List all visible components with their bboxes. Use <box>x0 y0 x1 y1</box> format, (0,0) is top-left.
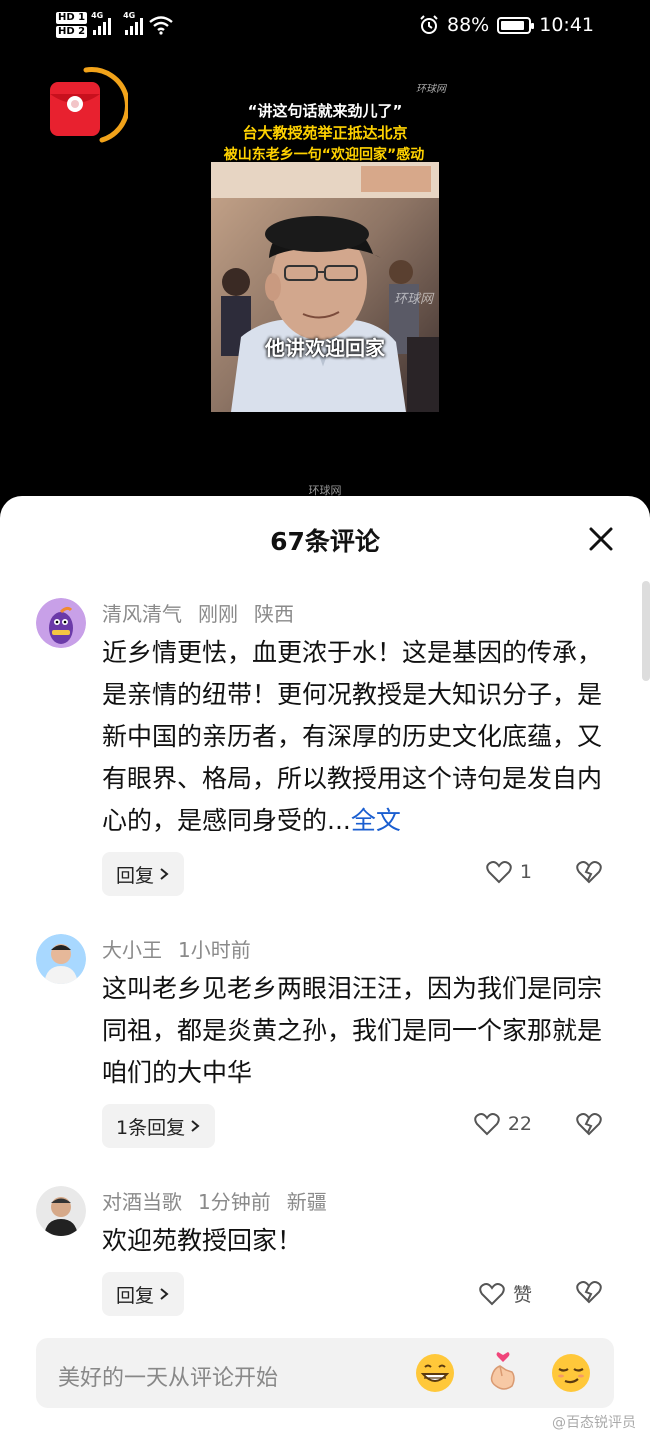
status-right: 88% 10:41 <box>419 14 594 36</box>
heart-icon <box>474 1113 500 1136</box>
comment-meta: 对酒当歌 1分钟前 新疆 <box>102 1180 602 1220</box>
expand-full-text-link[interactable]: 全文 <box>351 806 401 835</box>
comment-input[interactable]: 美好的一天从评论开始 <box>36 1338 614 1408</box>
status-bar: HD 1 HD 2 4G 4G 88% 10:41 <box>0 0 650 62</box>
comment-meta: 大小王 1小时前 <box>102 928 602 968</box>
comment-list[interactable]: 清风清气 刚刚 陕西 近乡情更怯，血更浓于水！这是基因的传承，是亲情的纽带！更何… <box>0 592 650 1327</box>
avatar[interactable] <box>36 598 86 648</box>
smug-emoji-icon[interactable] <box>550 1352 592 1394</box>
comment-text: 这叫老乡见老乡两眼泪汪汪，因为我们是同宗同祖，都是炎黄之孙，我们是同一个家那就是… <box>102 974 603 1087</box>
like-button[interactable]: 赞 <box>479 1280 532 1307</box>
comment-location: 陕西 <box>254 601 294 626</box>
comment-actions: 回复 1 <box>102 852 602 896</box>
chevron-right-icon <box>160 1288 169 1300</box>
like-button[interactable]: 22 <box>474 1112 532 1136</box>
footer-watermark: @百态锐评员 <box>552 1415 636 1431</box>
like-count: 22 <box>507 1113 532 1135</box>
close-icon[interactable] <box>586 524 616 554</box>
like-count: 1 <box>519 861 532 883</box>
comment-sheet: 67条评论 清风清气 刚刚 陕西 近乡情更怯，血更浓于水！这是基因的传承，是亲情… <box>0 496 650 1444</box>
heart-icon <box>479 1282 505 1305</box>
hd2-badge: HD 2 <box>56 26 88 38</box>
heart-icon <box>486 861 512 884</box>
wifi-icon <box>149 16 173 35</box>
battery-fill <box>501 20 525 30</box>
comment-time: 刚刚 <box>198 601 238 626</box>
comment-input-placeholder: 美好的一天从评论开始 <box>58 1366 279 1391</box>
comment-item: 大小王 1小时前 这叫老乡见老乡两眼泪汪汪，因为我们是同宗同祖，都是炎黄之孙，我… <box>0 928 650 1148</box>
video-frame: 环球网 他讲欢迎回家 <box>211 162 439 412</box>
reply-button[interactable]: 回复 <box>102 852 185 896</box>
comment-time: 1分钟前 <box>198 1189 271 1214</box>
video-player[interactable]: 环球网 “讲这句话就来劲儿了” 台大教授苑举正抵达北京 被山东老乡一句“欢迎回家… <box>0 62 650 502</box>
comment-item: 清风清气 刚刚 陕西 近乡情更怯，血更浓于水！这是基因的传承，是亲情的纽带！更何… <box>0 592 650 896</box>
comment-text: 欢迎苑教授回家！ <box>102 1226 303 1255</box>
reply-button[interactable]: 回复 <box>102 1272 185 1316</box>
video-still-image <box>211 162 439 412</box>
comment-username[interactable]: 清风清气 <box>102 598 182 627</box>
comment-count-title: 67条评论 <box>270 527 380 556</box>
finger-heart-icon[interactable] <box>482 1352 524 1394</box>
video-subtitle: 他讲欢迎回家 <box>265 336 385 360</box>
reply-label: 回复 <box>116 1284 155 1307</box>
headline-line-1: “讲这句话就来劲儿了” <box>247 102 403 120</box>
network-type-2: 4G <box>123 11 136 20</box>
avatar[interactable] <box>36 1186 86 1236</box>
comment-text: 近乡情更怯，血更浓于水！这是基因的传承，是亲情的纽带！更何况教授是大知识分子，是… <box>102 632 602 842</box>
broken-heart-icon[interactable] <box>576 1112 602 1136</box>
chevron-right-icon <box>191 1120 200 1132</box>
grinning-emoji-icon[interactable] <box>414 1352 456 1394</box>
status-left: HD 1 HD 2 4G 4G <box>56 11 173 38</box>
comment-item: 对酒当歌 1分钟前 新疆 欢迎苑教授回家！ 回复 赞 <box>0 1180 650 1316</box>
hd1-badge: HD 1 <box>56 12 88 24</box>
view-replies-button[interactable]: 1条回复 <box>102 1104 216 1148</box>
comment-meta: 清风清气 刚刚 陕西 <box>102 592 602 632</box>
reply-label: 1条回复 <box>116 1116 186 1139</box>
comment-location: 新疆 <box>286 1189 327 1214</box>
avatar-image <box>36 598 86 648</box>
headline-line-2: 台大教授苑举正抵达北京 <box>242 124 408 142</box>
video-watermark-top: 环球网 <box>416 84 446 95</box>
avatar[interactable] <box>36 934 86 984</box>
battery-icon <box>497 16 535 34</box>
broken-heart-icon[interactable] <box>576 860 602 884</box>
comment-username[interactable]: 对酒当歌 <box>102 1186 182 1215</box>
reply-label: 回复 <box>116 864 155 887</box>
battery-percent: 88% <box>447 14 490 36</box>
chevron-right-icon <box>160 868 169 880</box>
clock: 10:41 <box>539 14 594 36</box>
alarm-icon <box>420 15 438 34</box>
comment-time: 1小时前 <box>178 937 251 962</box>
comment-username[interactable]: 大小王 <box>102 934 162 963</box>
broken-heart-icon[interactable] <box>576 1280 602 1304</box>
comment-actions: 1条回复 22 <box>102 1104 602 1148</box>
avatar-image <box>36 1186 86 1236</box>
signal-2-icon: 4G <box>123 11 144 35</box>
video-frame-watermark: 环球网 <box>393 292 433 307</box>
signal-1-icon: 4G <box>91 11 112 35</box>
avatar-image <box>36 934 86 984</box>
comment-actions: 回复 赞 <box>102 1272 602 1316</box>
like-button[interactable]: 1 <box>486 860 532 884</box>
hd-indicators: HD 1 HD 2 <box>56 12 88 38</box>
network-type-1: 4G <box>91 11 104 20</box>
like-count: 赞 <box>512 1284 532 1306</box>
